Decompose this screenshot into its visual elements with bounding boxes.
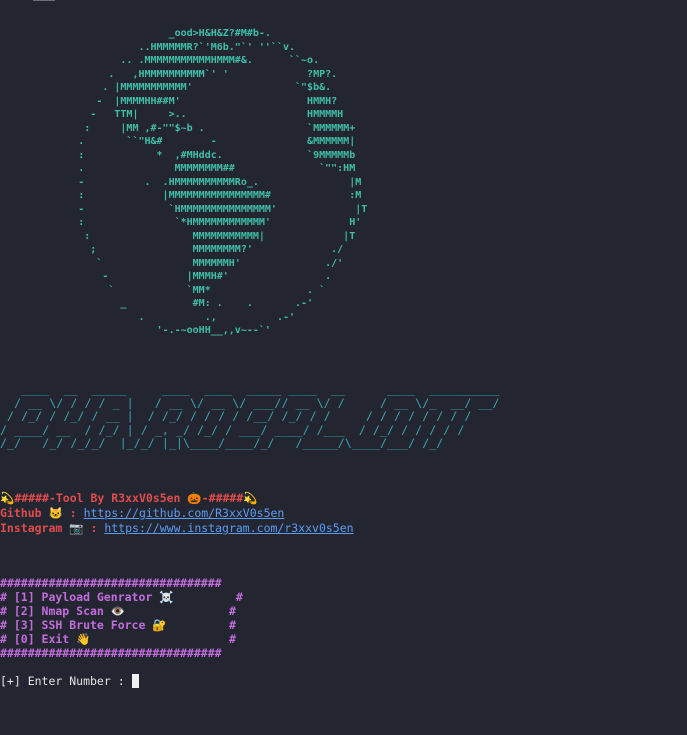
top-scroll-indicator [33,0,55,1]
ascii-art-line: . MMMMMMMM## `"":HM [0,162,367,176]
banner-line: / ____/ __ / /_/ | / _, _/ /_/ / ___/ __… [0,422,465,437]
ascii-art-glyphs: . ,HMMMMMMMMMM`' ' ?MP?. [0,68,338,80]
ascii-art-glyphs: : * ,#MHddc. `9MMMMMb [0,149,356,161]
ascii-art-glyphs: _ood>H&H&Z?#M#b-. [0,28,271,39]
banner-line: ____ __ _____ ____ ____ _____ ____ __ __… [0,382,500,396]
menu-border-top: ################################ [0,576,222,590]
ascii-art-glyphs: '-.-~ooHH__,,v~--`' [0,325,271,336]
ascii-art-line: : `*HMMMMMMMMMMMM' H' [0,216,367,230]
banner-line: /_/ /_/ /_/_/ |_/_/ |_|\____/____/_/ /__… [0,436,444,450]
ascii-art-line: . ., .-' [0,311,367,325]
github-link[interactable]: https://github.com/R3xxV0s5en [84,506,285,520]
ascii-art-glyphs: : MMMMMMMMMMM| |T [0,230,356,242]
ascii-art-line: : |MMMMMMMMMMMMMMMM# :M [0,189,367,203]
main-menu: ################################ # [1] P… [0,576,243,660]
ascii-art-line: - |MMMMHH##M' HMMH? [0,95,367,109]
ascii-art-line: ..HMMMMMR?`'M6b."`' ''``v. [0,41,367,55]
ascii-art-glyphs: : |MMMMMMMMMMMMMMMM# :M [0,190,362,201]
menu-item-nmap-scan: # [2] Nmap Scan 👁️ # [0,604,236,618]
ascii-art-glyphs: ; MMMMMMMM?' ./ [0,244,344,255]
ascii-art-glyphs: - TTM| >.. HMMMMH [0,109,344,120]
ascii-art-glyphs: . ., .-' [0,311,296,323]
menu-border-bottom: ################################ [0,646,222,660]
tool-by-line: 💫#####-Tool By R3xxV0s5en 🎃-#####💫 [0,491,258,505]
ascii-art-line: ; MMMMMMMM?' ./ [0,243,367,257]
ascii-art-line: . |MMMMMMMMMMM' `"$b&. [0,81,367,95]
ascii-art-glyphs: ..HMMMMMR?`'M6b."`' ''``v. [0,41,296,53]
ascii-art-line: _ood>H&H&Z?#M#b-. [0,27,367,41]
instagram-line: Instagram 📷 : https://www.instagram.com/… [0,521,354,536]
ascii-art-line: : MMMMMMMMMMM| |T [0,230,367,244]
ascii-art-line: - `HMMMMMMMMMMMMMMM' |T [0,203,367,217]
ascii-art-line: ` `MM* . ` [0,284,367,298]
ascii-art-glyphs: _ #M: . . .-' [0,298,314,309]
terminal-cursor[interactable] [131,674,139,688]
menu-item-exit: # [0] Exit 👋 # [0,632,236,646]
ascii-art-glyphs: ` MMMMMMH' ./' [0,257,344,269]
ascii-art-line: : * ,#MHddc. `9MMMMMb [0,149,367,163]
ascii-art-glyphs: : |MM ,#-""$~b . `MMMMMM+ [0,122,356,134]
ascii-art-line: - . .HMMMMMMMMMMRo_. |M [0,176,367,190]
github-label: Github 🐱 : [0,506,84,520]
credits-block: 💫#####-Tool By R3xxV0s5en 🎃-#####💫 Githu… [0,491,354,536]
ascii-art-glyphs: . |MMMMMMMMMMM' `"$b&. [0,82,332,93]
ascii-art-line: '-.-~ooHH__,,v~--`' [0,324,367,338]
menu-item-ssh-brute-force: # [3] SSH Brute Force 🔐 # [0,618,236,632]
ascii-art-line: : |MM ,#-""$~b . `MMMMMM+ [0,122,367,136]
ascii-art-line: - |MMMH#' . [0,270,367,284]
menu-item-payload-generator: # [1] Payload Genrator ☠️ # [0,590,243,604]
prompt-text: [+] Enter Number : [0,674,132,688]
banner-line: / /_/ / /_/ / __ | / /_/ / / / / /__/ /_… [0,409,472,423]
banner-line: / __ \/ / / / _ | / __ \/ __ \/ ___// __… [0,395,500,410]
ascii-art-line: . ``"H&# - &MMMMMM| [0,135,367,149]
ascii-art-glyphs: - `HMMMMMMMMMMMMMMM' |T [0,203,368,215]
terminal-prompt[interactable]: [+] Enter Number : [0,674,139,688]
ascii-art-line: . ,HMMMMMMMMMM`' ' ?MP?. [0,68,367,82]
instagram-label: Instagram 📷 : [0,521,105,535]
ascii-art-glyphs: : `*HMMMMMMMMMMMM' H' [0,217,362,228]
ascii-art-glyphs: - |MMMMHH##M' HMMH? [0,95,338,107]
ascii-art-line: _ #M: . . .-' [0,297,367,311]
instagram-link[interactable]: https://www.instagram.com/r3xxv0s5en [104,521,353,535]
ascii-art-glyphs: ` `MM* . ` [0,284,326,296]
ascii-art-logo: _ood>H&H&Z?#M#b-. ..HMMMMMR?`'M6b."`' ''… [0,27,367,338]
ascii-art-glyphs: . ``"H&# - &MMMMMM| [0,136,356,147]
ascii-art-glyphs: . MMMMMMMM## `"":HM [0,163,356,174]
ascii-banner: ____ __ _____ ____ ____ _____ ____ __ __… [0,382,500,451]
ascii-art-line: ` MMMMMMH' ./' [0,257,367,271]
ascii-art-line: .. .MMMMMMMMMMMHMMM#&. ``~o. [0,54,367,68]
ascii-art-line: - TTM| >.. HMMMMH [0,108,367,122]
ascii-art-glyphs: - |MMMH#' . [0,271,332,282]
ascii-art-glyphs: .. .MMMMMMMMMMMHMMM#&. ``~o. [0,55,320,66]
ascii-art-glyphs: - . .HMMMMMMMMMMRo_. |M [0,176,362,188]
github-line: Github 🐱 : https://github.com/R3xxV0s5en [0,506,354,521]
